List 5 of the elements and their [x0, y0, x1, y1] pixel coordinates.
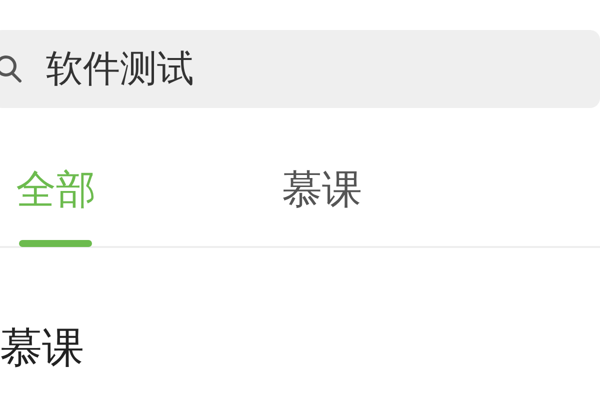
section-title: 慕课: [0, 322, 85, 374]
tab[interactable]: 慕课: [282, 166, 362, 214]
search-field[interactable]: 软件测试: [0, 30, 600, 108]
search-icon: [0, 54, 24, 84]
search-query: 软件测试: [46, 46, 194, 92]
